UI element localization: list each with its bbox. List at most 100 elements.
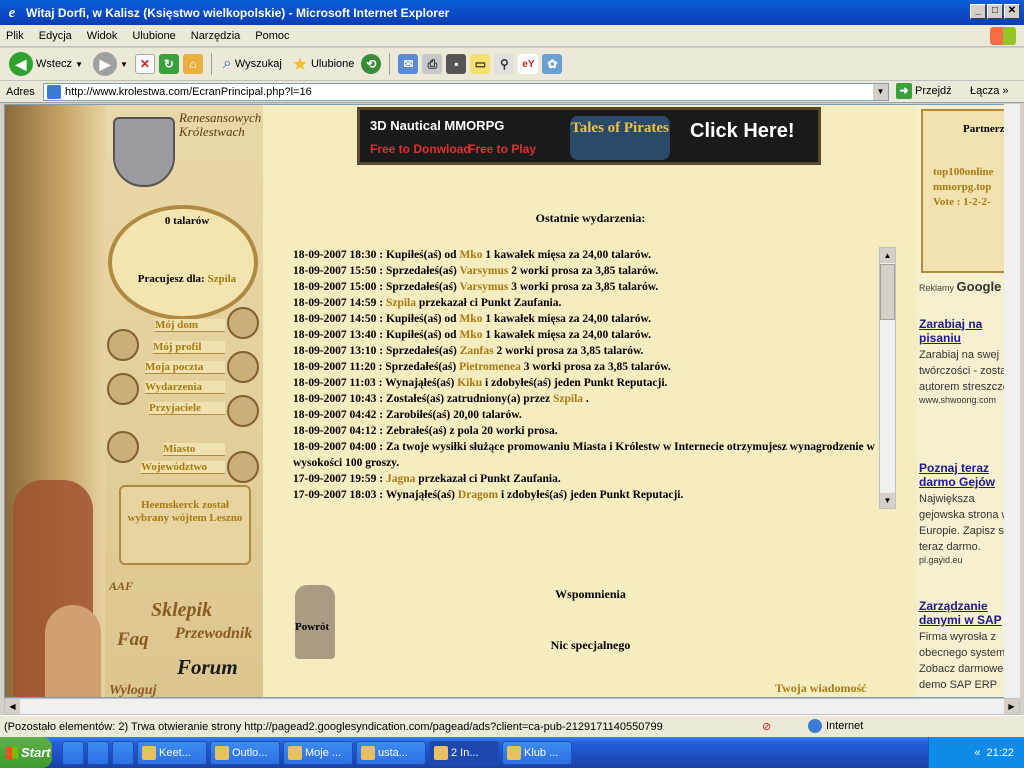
scroll-thumb[interactable]: [880, 264, 895, 320]
partners-list[interactable]: top100online mmorpg.top Vote : 1-2-2-: [933, 165, 994, 210]
przewodnik-link[interactable]: Przewodnik: [175, 625, 252, 643]
castle-icon[interactable]: [227, 451, 259, 483]
favorites-button[interactable]: ★ Ulubione: [289, 50, 358, 78]
chevron-down-icon[interactable]: ▼: [120, 60, 128, 69]
chevron-down-icon[interactable]: ▼: [75, 60, 83, 69]
scroll-down-icon[interactable]: ▼: [880, 493, 895, 508]
print-icon[interactable]: ⎙: [422, 54, 443, 74]
horizontal-scrollbar[interactable]: ◀ ▶: [4, 698, 1020, 715]
taskbar-item-active[interactable]: 2 In...: [429, 740, 499, 765]
notes-icon[interactable]: ▭: [470, 54, 491, 74]
event-player-link[interactable]: Kiku: [457, 377, 482, 389]
quicklaunch-ie-icon[interactable]: [62, 740, 84, 765]
search-button[interactable]: ⌕ Wyszukaj: [220, 50, 285, 78]
event-row: 18-09-2007 11:20 : Sprzedałeś(aś) Pietro…: [293, 359, 893, 375]
scroll-up-icon[interactable]: ▲: [880, 248, 895, 263]
taskbar-item[interactable]: Klub ...: [502, 740, 572, 765]
event-text: 18-09-2007 13:10 : Sprzedałeś(aś): [293, 345, 460, 357]
ads-header[interactable]: Reklamy Google: [919, 279, 1001, 294]
menu-narzedzia[interactable]: Narzędzia: [191, 30, 241, 42]
home-icon[interactable]: ⌂: [182, 54, 203, 74]
maximize-button[interactable]: □: [987, 4, 1003, 19]
event-player-link[interactable]: Pietromenea: [459, 361, 521, 373]
menu-plik[interactable]: Plik: [6, 30, 24, 42]
tray-expand-icon[interactable]: «: [974, 747, 980, 759]
quicklaunch-outlook-icon[interactable]: [87, 740, 109, 765]
employer-link[interactable]: Szpila: [207, 273, 236, 285]
history-icon[interactable]: ⟲: [361, 54, 382, 74]
nav-wojewodztwo[interactable]: Województwo: [141, 461, 225, 474]
links-button[interactable]: Łącza »: [970, 85, 1009, 97]
letter-icon[interactable]: [227, 351, 259, 383]
forward-button[interactable]: ▶ ▼: [90, 50, 131, 78]
event-player-link[interactable]: Varsymus: [460, 281, 509, 293]
event-player-link[interactable]: Mko: [459, 329, 482, 341]
minimize-button[interactable]: _: [970, 4, 986, 19]
event-player-link[interactable]: Dragom: [458, 489, 498, 501]
town-icon[interactable]: [107, 431, 139, 463]
menu-pomoc[interactable]: Pomoc: [255, 30, 289, 42]
wyloguj-link[interactable]: Wyloguj: [109, 683, 156, 697]
event-player-link[interactable]: Mko: [459, 313, 482, 325]
event-player-link[interactable]: Szpila: [386, 297, 416, 309]
employer-line: Pracujesz dla: Szpila: [112, 273, 262, 285]
ad-banner[interactable]: 3D Nautical MMORPG Free to Donwload Free…: [357, 107, 821, 165]
event-player-link[interactable]: Mko: [459, 249, 482, 261]
events-list[interactable]: 18-09-2007 18:30 : Kupiłeś(aś) od Mko 1 …: [293, 247, 893, 509]
faq-link[interactable]: Faq: [117, 629, 149, 651]
edit-icon[interactable]: ▪: [446, 54, 467, 74]
question-icon[interactable]: [107, 373, 139, 405]
taskbar-item[interactable]: Outlo...: [210, 740, 280, 765]
menu-widok[interactable]: Widok: [87, 30, 118, 42]
nav-moj-profil[interactable]: Mój profil: [153, 341, 225, 354]
event-player-link[interactable]: Szpila: [553, 393, 583, 405]
start-button[interactable]: Start: [0, 737, 52, 768]
menu-ulubione[interactable]: Ulubione: [132, 30, 175, 42]
mail-icon[interactable]: ✉: [398, 54, 419, 74]
game-logo[interactable]: Renesansowych Królestwach: [109, 109, 261, 199]
back-link[interactable]: Powrót: [295, 621, 329, 633]
event-text: 18-09-2007 04:00 : Za twoje wysiłki służ…: [293, 441, 875, 469]
person-icon[interactable]: [107, 329, 139, 361]
scroll-right-icon[interactable]: ▶: [1004, 699, 1019, 714]
ebay-icon[interactable]: eY: [518, 54, 539, 74]
house-icon[interactable]: [227, 307, 259, 339]
scroll-left-icon[interactable]: ◀: [5, 699, 20, 714]
close-button[interactable]: ✕: [1004, 4, 1020, 19]
friends-icon[interactable]: [227, 395, 259, 427]
taskbar-item[interactable]: Keet...: [137, 740, 207, 765]
popup-blocked-icon[interactable]: ⊘: [762, 720, 771, 733]
security-zone[interactable]: Internet: [808, 719, 863, 733]
nav-moj-dom[interactable]: Mój dom: [155, 319, 225, 332]
forum-link[interactable]: Forum: [177, 655, 238, 680]
taskbar-item[interactable]: usta...: [356, 740, 426, 765]
logo-text-line2: Królestwach: [179, 124, 245, 139]
aaf-label: AAF: [109, 579, 134, 593]
window-vertical-scrollbar[interactable]: [1004, 104, 1020, 698]
address-input[interactable]: http://www.krolestwa.com/EcranPrincipal.…: [43, 83, 889, 101]
events-scrollbar[interactable]: ▲ ▼: [879, 247, 896, 509]
chevron-down-icon[interactable]: ▼: [873, 84, 888, 100]
back-button[interactable]: ◀ Wstecz ▼: [6, 50, 86, 78]
memories-empty: Nic specjalnego: [550, 638, 631, 652]
clock[interactable]: 21:22: [986, 747, 1014, 759]
your-message-link[interactable]: Twoja wiadomość: [775, 681, 866, 696]
quicklaunch-desktop-icon[interactable]: [112, 740, 134, 765]
messenger-icon[interactable]: ✿: [542, 54, 563, 74]
nav-moja-poczta[interactable]: Moja poczta: [145, 361, 225, 374]
event-player-link[interactable]: Varsymus: [460, 265, 509, 277]
opera-icon: [507, 745, 521, 760]
taskbar-item[interactable]: Moje ...: [283, 740, 353, 765]
nav-miasto[interactable]: Miasto: [163, 443, 225, 456]
sklepik-link[interactable]: Sklepik: [151, 599, 212, 622]
go-label: Przejdź: [915, 85, 952, 97]
research-icon[interactable]: ⚲: [494, 54, 515, 74]
stop-icon[interactable]: ✕: [134, 54, 155, 74]
go-button[interactable]: ➜ Przejdź: [896, 83, 952, 99]
event-player-link[interactable]: Jagna: [386, 473, 415, 485]
menu-edycja[interactable]: Edycja: [39, 30, 72, 42]
event-player-link[interactable]: Zanfas: [460, 345, 494, 357]
refresh-icon[interactable]: ↻: [158, 54, 179, 74]
nav-wydarzenia[interactable]: Wydarzenia: [145, 381, 225, 394]
nav-przyjaciele[interactable]: Przyjaciele: [149, 402, 225, 415]
